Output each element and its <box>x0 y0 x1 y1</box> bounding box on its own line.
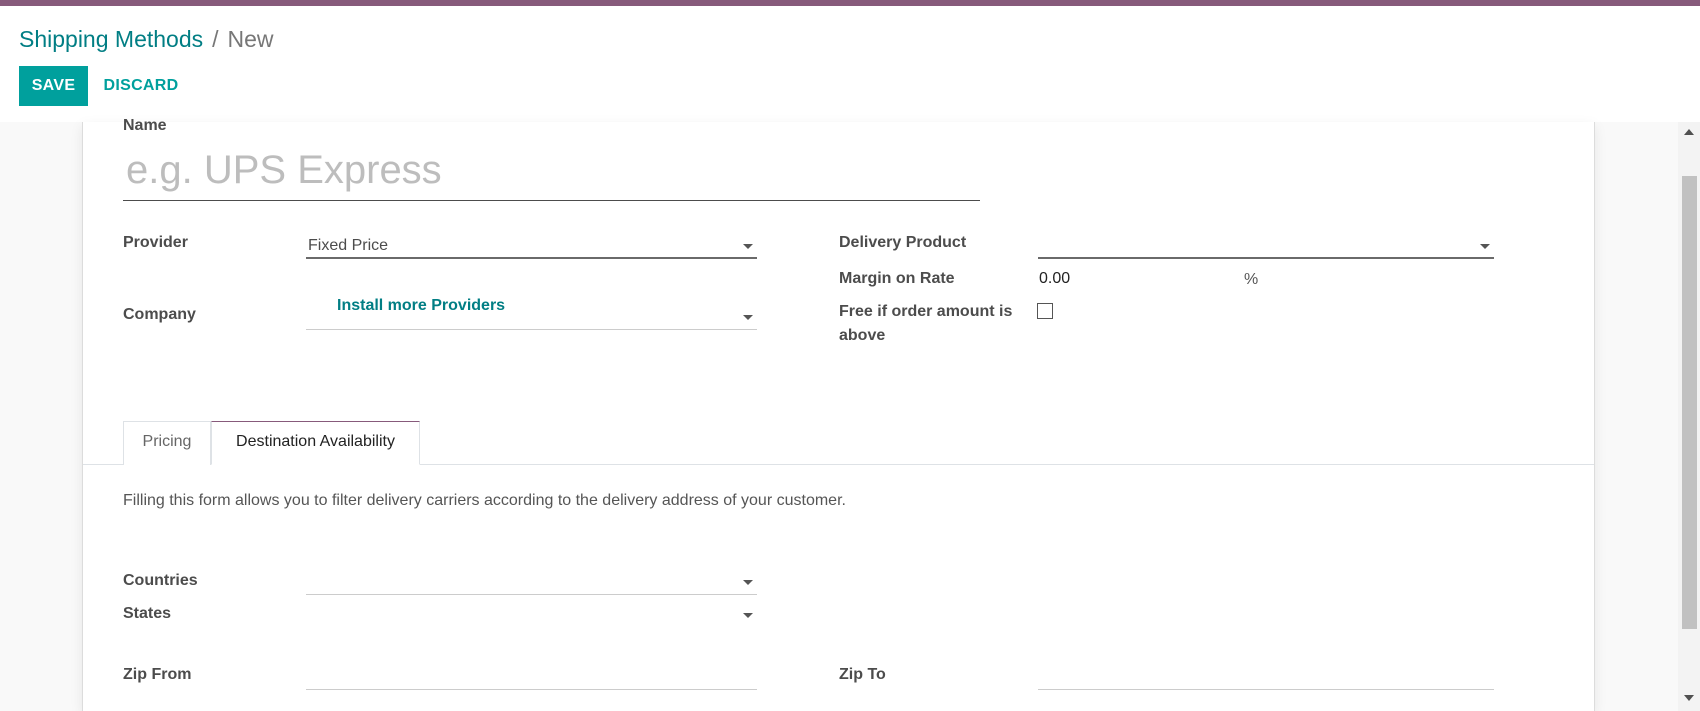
chevron-down-icon <box>743 315 753 320</box>
tab-pricing[interactable]: Pricing <box>123 421 211 465</box>
margin-input[interactable]: 0.00 <box>1039 268 1229 292</box>
discard-button[interactable]: DISCARD <box>97 66 185 106</box>
states-select[interactable] <box>306 602 757 628</box>
breadcrumb-parent-link[interactable]: Shipping Methods <box>19 26 203 52</box>
provider-label: Provider <box>123 234 188 251</box>
company-select[interactable] <box>306 304 757 330</box>
zip-to-label: Zip To <box>839 666 886 683</box>
margin-label: Margin on Rate <box>839 270 955 287</box>
breadcrumb-current: New <box>227 26 274 52</box>
tab-destination-availability[interactable]: Destination Availability <box>211 421 420 465</box>
delivery-product-label: Delivery Product <box>839 234 967 251</box>
vertical-scrollbar[interactable] <box>1678 122 1700 711</box>
chevron-down-icon <box>743 244 753 249</box>
scroll-down-arrow-icon[interactable] <box>1684 695 1694 701</box>
margin-unit: % <box>1244 271 1259 288</box>
breadcrumb-separator: / <box>212 26 219 52</box>
name-placeholder: e.g. UPS Express <box>126 148 442 192</box>
countries-label: Countries <box>123 572 198 589</box>
countries-select[interactable] <box>306 569 757 595</box>
zip-from-label: Zip From <box>123 666 192 683</box>
name-label: Name <box>123 117 167 134</box>
company-label: Company <box>123 306 196 323</box>
scroll-up-arrow-icon[interactable] <box>1684 129 1694 135</box>
zip-from-input[interactable] <box>306 664 757 690</box>
provider-select[interactable]: Fixed Price <box>306 233 757 259</box>
free-over-label-line2: above <box>839 327 886 344</box>
chevron-down-icon <box>743 580 753 585</box>
save-button[interactable]: SAVE <box>19 66 88 106</box>
destination-help-text: Filling this form allows you to filter d… <box>123 492 846 509</box>
scrollbar-thumb[interactable] <box>1682 176 1697 629</box>
states-label: States <box>123 605 172 622</box>
control-panel: Shipping Methods / New SAVE DISCARD <box>0 6 1700 122</box>
free-over-checkbox[interactable] <box>1037 303 1053 319</box>
delivery-product-select[interactable] <box>1038 233 1494 259</box>
form-sheet: Name e.g. UPS Express Provider Fixed Pri… <box>82 117 1595 711</box>
chevron-down-icon <box>743 613 753 618</box>
chevron-down-icon <box>1480 244 1490 249</box>
name-input[interactable]: e.g. UPS Express <box>123 140 980 201</box>
provider-value: Fixed Price <box>308 237 389 254</box>
breadcrumb: Shipping Methods / New <box>19 24 274 54</box>
zip-to-input[interactable] <box>1038 664 1494 690</box>
free-over-label-line1: Free if order amount is <box>839 303 1013 320</box>
